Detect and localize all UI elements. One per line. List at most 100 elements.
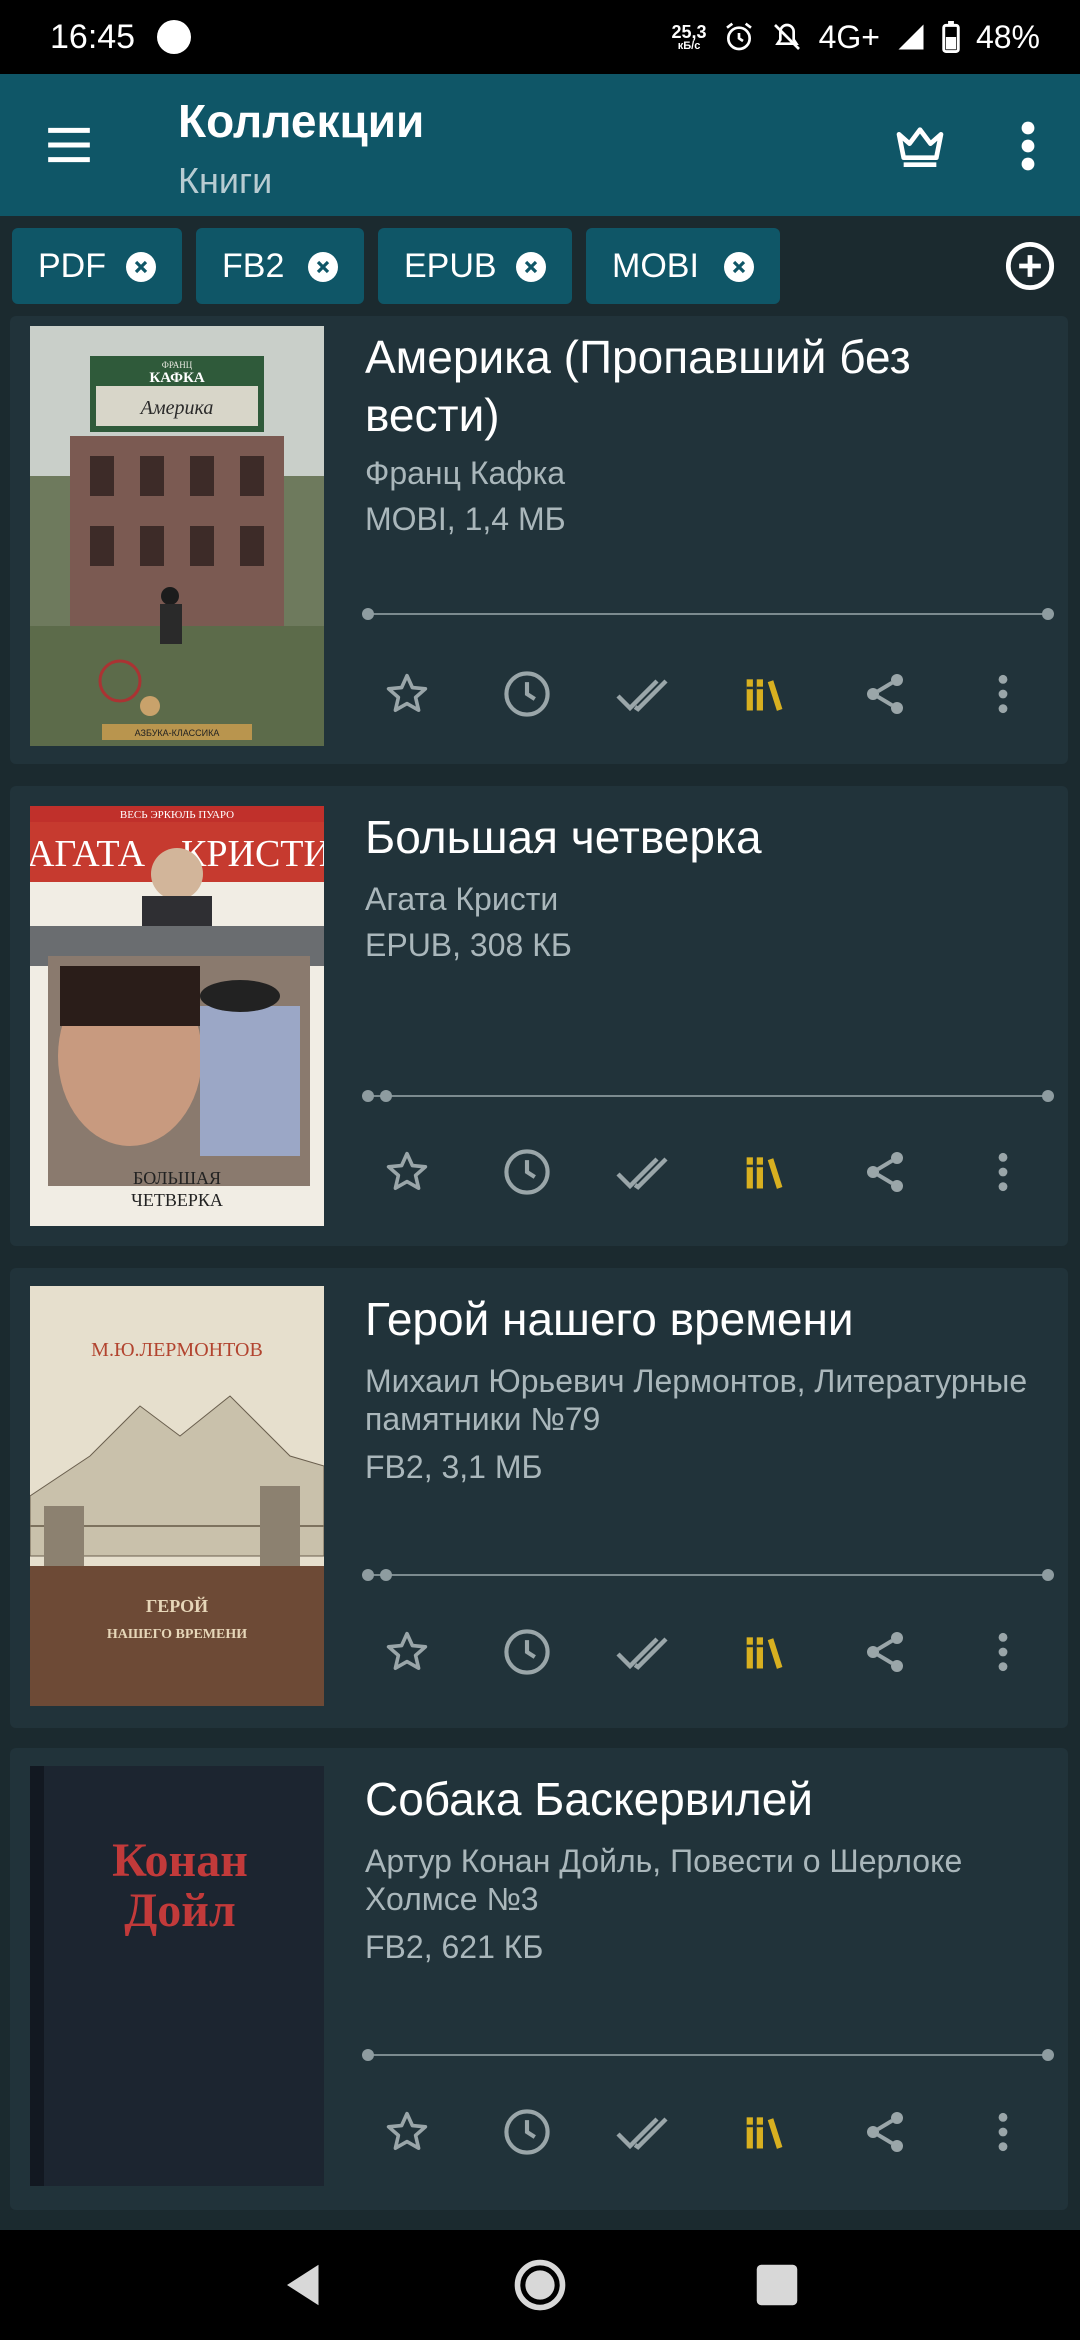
book-card[interactable]: ВЕСЬ ЭРКЮЛЬ ПУАРО АГАТА КРИСТИ БОЛЬШАЯ Ч…	[10, 786, 1068, 1246]
app-bar: Коллекции Книги	[0, 74, 1080, 216]
book-card[interactable]: ФРАНЦ КАФКА Америка АЗБУКА-КЛАССИКА Амер…	[10, 316, 1068, 764]
chip-pdf[interactable]: PDF	[12, 228, 182, 304]
library-icon[interactable]	[730, 659, 800, 729]
cover-author-first: АГАТА	[30, 833, 146, 875]
chip-fb2[interactable]: FB2	[196, 228, 364, 304]
book-file-info: MOBI, 1,4 МБ	[365, 501, 566, 537]
card-actions	[372, 2097, 1062, 2167]
more-vert-icon[interactable]	[968, 659, 1038, 729]
chip-epub[interactable]: EPUB	[378, 228, 572, 304]
book-author: Агата Кристи	[365, 881, 559, 917]
star-icon[interactable]	[372, 1137, 442, 1207]
done-all-icon[interactable]	[610, 659, 680, 729]
add-filter-icon[interactable]	[1004, 240, 1056, 292]
history-icon[interactable]	[492, 1617, 562, 1687]
page-subtitle: Книги	[178, 160, 273, 201]
alarm-icon	[725, 22, 752, 51]
card-actions	[372, 659, 1062, 729]
progress-knob	[380, 1090, 392, 1102]
library-icon[interactable]	[730, 1617, 800, 1687]
book-file-info: FB2, 621 КБ	[365, 1929, 544, 1965]
menu-icon[interactable]	[44, 120, 94, 170]
cover-author: КАФКА	[149, 370, 205, 386]
status-bar: 16:45 25,3 кБ/с 4G+ 48%	[0, 0, 1080, 74]
chip-label: FB2	[222, 246, 285, 285]
system-nav-bar	[0, 2230, 1080, 2340]
book-title: Собака Баскервилей	[365, 1773, 814, 1825]
network-type: 4G+	[818, 18, 880, 55]
star-icon[interactable]	[372, 659, 442, 729]
share-icon[interactable]	[850, 659, 920, 729]
star-icon[interactable]	[372, 1617, 442, 1687]
back-icon[interactable]	[278, 2258, 332, 2312]
book-cover[interactable]: Конан Дойл	[30, 1766, 324, 2186]
cover-line-2: Дойл	[124, 1884, 236, 1937]
reading-progress-bar	[362, 2049, 1054, 2061]
book-author: Михаил Юрьевич Лермонтов, Литературные п…	[365, 1363, 1028, 1437]
battery-icon	[942, 21, 960, 53]
history-icon[interactable]	[492, 1137, 562, 1207]
cover-publisher: АЗБУКА-КЛАССИКА	[135, 728, 220, 738]
more-vert-icon[interactable]	[968, 1137, 1038, 1207]
page-title: Коллекции	[178, 95, 425, 147]
book-author: Франц Кафка	[365, 455, 566, 491]
cover-author: М.Ю.ЛЕРМОНТОВ	[91, 1339, 263, 1361]
card-actions	[372, 1617, 1062, 1687]
share-icon[interactable]	[850, 1137, 920, 1207]
library-icon[interactable]	[730, 1137, 800, 1207]
book-title: Большая четверка	[365, 811, 762, 863]
book-file-info: FB2, 3,1 МБ	[365, 1449, 543, 1485]
done-all-icon[interactable]	[610, 1617, 680, 1687]
signal-icon	[898, 24, 924, 50]
history-icon[interactable]	[492, 659, 562, 729]
cover-title-1: БОЛЬШАЯ	[133, 1168, 221, 1188]
book-title: Герой нашего времени	[365, 1293, 854, 1345]
crown-icon[interactable]	[892, 118, 948, 174]
battery-level: 48%	[975, 18, 1040, 55]
book-card[interactable]: Конан Дойл Собака Баскервилей Артур Кона…	[10, 1748, 1068, 2210]
done-all-icon[interactable]	[610, 1137, 680, 1207]
chip-remove-icon[interactable]	[724, 252, 754, 282]
cover-author-last: КРИСТИ	[181, 833, 324, 875]
book-cover[interactable]: М.Ю.ЛЕРМОНТОВ ГЕРОЙ НАШЕГО ВРЕМЕНИ	[30, 1286, 324, 1706]
more-vert-icon[interactable]	[968, 2097, 1038, 2167]
reading-progress-bar	[362, 608, 1054, 620]
cover-series: ВЕСЬ ЭРКЮЛЬ ПУАРО	[120, 809, 234, 821]
book-cover[interactable]: ФРАНЦ КАФКА Америка АЗБУКА-КЛАССИКА	[30, 326, 324, 746]
net-speed: 25,3 кБ/с	[672, 23, 707, 52]
book-cover[interactable]: ВЕСЬ ЭРКЮЛЬ ПУАРО АГАТА КРИСТИ БОЛЬШАЯ Ч…	[30, 806, 324, 1226]
cover-top-text: ФРАНЦ	[162, 360, 193, 370]
filter-chip-bar: PDF FB2 EPUB MOBI	[0, 216, 1080, 316]
chip-remove-icon[interactable]	[308, 252, 338, 282]
notification-dot-icon	[157, 20, 192, 54]
chip-remove-icon[interactable]	[516, 252, 546, 282]
more-vert-icon[interactable]	[1008, 118, 1048, 174]
cover-line-1: Конан	[112, 1834, 248, 1887]
book-author: Артур Конан Дойль, Повести о Шерлоке Хол…	[365, 1843, 963, 1917]
book-file-info: EPUB, 308 КБ	[365, 927, 572, 963]
library-icon[interactable]	[730, 2097, 800, 2167]
more-vert-icon[interactable]	[968, 1617, 1038, 1687]
done-all-icon[interactable]	[610, 2097, 680, 2167]
cover-title-2: НАШЕГО ВРЕМЕНИ	[107, 1627, 247, 1642]
share-icon[interactable]	[850, 1617, 920, 1687]
reading-progress-bar	[362, 1090, 1054, 1102]
chip-remove-icon[interactable]	[126, 252, 156, 282]
reading-progress-bar	[362, 1569, 1054, 1581]
cover-title-1: ГЕРОЙ	[146, 1595, 208, 1616]
chip-mobi[interactable]: MOBI	[586, 228, 780, 304]
chip-label: EPUB	[404, 246, 497, 285]
share-icon[interactable]	[850, 2097, 920, 2167]
star-icon[interactable]	[372, 2097, 442, 2167]
cover-title-2: ЧЕТВЕРКА	[131, 1190, 223, 1210]
net-speed-value: 25,3	[671, 21, 707, 42]
cover-title: Америка	[139, 397, 214, 419]
net-speed-unit: кБ/с	[677, 39, 701, 52]
book-card[interactable]: М.Ю.ЛЕРМОНТОВ ГЕРОЙ НАШЕГО ВРЕМЕНИ Герой…	[10, 1268, 1068, 1728]
mute-bell-icon	[773, 23, 800, 50]
history-icon[interactable]	[492, 2097, 562, 2167]
card-actions	[372, 1137, 1062, 1207]
home-icon[interactable]	[513, 2258, 567, 2312]
recents-icon[interactable]	[750, 2258, 804, 2312]
status-time: 16:45	[50, 17, 136, 56]
